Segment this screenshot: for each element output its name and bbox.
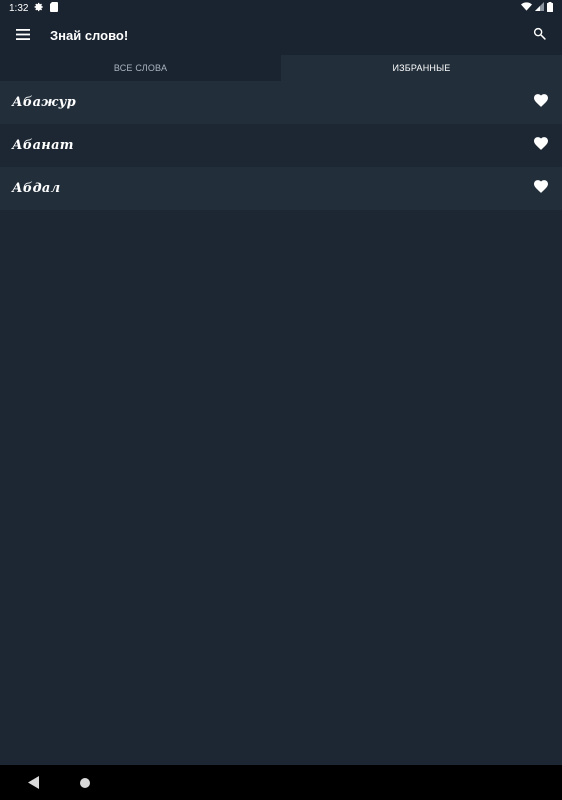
back-icon[interactable] xyxy=(28,776,40,789)
heart-icon xyxy=(534,93,548,112)
favorite-button[interactable] xyxy=(533,136,549,155)
app-bar: Знай слово! xyxy=(0,16,562,55)
tab-favorites[interactable]: ИЗБРАННЫЕ xyxy=(281,55,562,81)
signal-icon xyxy=(535,2,544,14)
heart-icon xyxy=(534,136,548,155)
list-item[interactable]: Абдал xyxy=(0,167,562,210)
menu-icon xyxy=(16,27,30,45)
status-bar: 1:32 xyxy=(0,0,562,16)
search-button[interactable] xyxy=(528,25,550,47)
favorite-button[interactable] xyxy=(533,93,549,112)
sd-card-icon xyxy=(50,1,59,15)
word-label: Абажур xyxy=(12,95,77,110)
status-left: 1:32 xyxy=(0,1,59,15)
app-screen: 1:32 Знай слово! ВСЕ СЛОВА ИЗБРАННЫЕ Аба… xyxy=(0,0,562,800)
list-item[interactable]: Абажур xyxy=(0,81,562,124)
favorite-button[interactable] xyxy=(533,179,549,198)
favorites-list: Абажур Абанат Абдал xyxy=(0,81,562,210)
navigation-bar xyxy=(0,765,562,800)
search-icon xyxy=(533,27,546,45)
tab-all-words-label: ВСЕ СЛОВА xyxy=(113,63,168,73)
menu-button[interactable] xyxy=(12,25,34,47)
status-time: 1:32 xyxy=(9,2,29,14)
tab-bar: ВСЕ СЛОВА ИЗБРАННЫЕ xyxy=(0,55,562,81)
word-label: Абанат xyxy=(12,138,74,153)
tab-favorites-label: ИЗБРАННЫЕ xyxy=(392,63,451,73)
heart-icon xyxy=(534,179,548,198)
status-right xyxy=(521,1,562,15)
word-label: Абдал xyxy=(12,181,61,196)
list-item[interactable]: Абанат xyxy=(0,124,562,167)
tab-all-words[interactable]: ВСЕ СЛОВА xyxy=(0,55,281,81)
app-title: Знай слово! xyxy=(50,28,129,43)
wifi-icon xyxy=(521,2,532,14)
battery-icon xyxy=(547,1,553,15)
home-icon[interactable] xyxy=(80,778,90,788)
settings-icon xyxy=(34,2,44,15)
